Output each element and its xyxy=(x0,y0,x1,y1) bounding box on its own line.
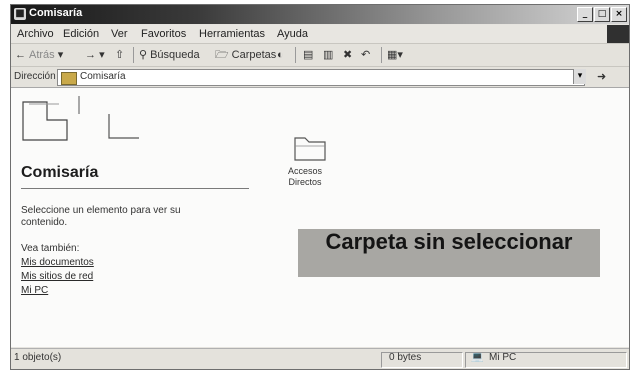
up-folder-icon: ⇧ xyxy=(115,49,125,61)
delete-icon: ✖ xyxy=(343,49,353,61)
explorer-window: ■ Comisaría _ □ × Archivo Edición Ver Fa… xyxy=(10,4,630,370)
copy-to-button[interactable]: ▥ xyxy=(323,47,333,63)
address-bar: Dirección Comisaría ▾ ➜ xyxy=(11,67,629,88)
history-button[interactable]: ◐ xyxy=(277,47,284,63)
folders-button[interactable]: 🗁 Carpetas xyxy=(215,47,276,63)
folder-content: Comisaría Seleccione un elemento para ve… xyxy=(11,88,629,347)
windows-logo xyxy=(607,25,629,43)
copy-to-icon: ▥ xyxy=(323,49,334,61)
toolbar-divider xyxy=(295,47,296,63)
folder-icon xyxy=(61,72,77,85)
toolbar: ← Atrás ▾ → ▾ ⇧ ⚲ Búsqueda 🗁 Carpetas ◐ ▤ ▥… xyxy=(11,44,629,67)
folders-icon: 🗁 xyxy=(215,49,229,62)
folder-label[interactable]: Accesos Directos xyxy=(275,166,335,188)
go-button[interactable]: ➜ xyxy=(597,70,606,83)
up-folder-button[interactable]: ⇧ xyxy=(115,47,124,63)
menu-bar: Archivo Edición Ver Favoritos Herramient… xyxy=(11,25,629,44)
toolbar-divider xyxy=(381,47,382,63)
maximize-button[interactable]: □ xyxy=(594,7,610,22)
undo-icon: ↶ xyxy=(361,49,371,61)
close-button[interactable]: × xyxy=(611,7,627,22)
window-title: Comisaría xyxy=(29,7,83,19)
menu-ver[interactable]: Ver xyxy=(111,28,128,40)
menu-edicion[interactable]: Edición xyxy=(63,28,99,40)
status-size: 0 bytes xyxy=(389,352,422,363)
panel-title: Comisaría xyxy=(21,164,99,181)
forward-dropdown-icon[interactable]: ▾ xyxy=(99,49,105,61)
menu-ayuda[interactable]: Ayuda xyxy=(277,28,308,40)
see-also-label: Vea también: xyxy=(21,243,80,254)
address-field[interactable]: Comisaría xyxy=(57,69,585,86)
folder-window-icon: ■ xyxy=(14,8,26,20)
back-dropdown-icon[interactable]: ▾ xyxy=(58,49,64,61)
large-folder-icon xyxy=(22,96,139,141)
delete-button[interactable]: ✖ xyxy=(343,47,352,63)
move-to-button[interactable]: ▤ xyxy=(303,47,313,63)
no-selection-banner: Carpeta sin seleccionar xyxy=(298,229,600,277)
panel-description: Seleccione un elemento para ver su conte… xyxy=(21,205,181,228)
link-mis-documentos[interactable]: Mis documentos xyxy=(21,257,94,268)
move-to-icon: ▤ xyxy=(303,49,314,61)
forward-button[interactable]: → ▾ xyxy=(85,47,105,63)
history-icon: ◐ xyxy=(277,49,284,61)
address-value: Comisaría xyxy=(80,71,126,82)
back-arrow-icon: ← xyxy=(15,49,26,62)
address-label: Dirección xyxy=(14,71,56,82)
computer-icon: 💻 xyxy=(471,352,484,363)
menu-archivo[interactable]: Archivo xyxy=(17,28,54,40)
link-mis-sitios-de-red[interactable]: Mis sitios de red xyxy=(21,271,93,282)
search-icon: ⚲ xyxy=(139,49,148,62)
toolbar-divider xyxy=(133,47,134,63)
status-object-count: 1 objeto(s) xyxy=(14,352,62,363)
minimize-button[interactable]: _ xyxy=(577,7,593,22)
views-dropdown-icon[interactable]: ▾ xyxy=(397,49,403,61)
search-button[interactable]: ⚲ Búsqueda xyxy=(139,47,200,63)
forward-arrow-icon: → xyxy=(85,49,96,61)
status-location: Mi PC xyxy=(489,352,517,363)
menu-herramientas[interactable]: Herramientas xyxy=(199,28,265,40)
banner-text: Carpeta sin seleccionar xyxy=(325,229,573,254)
link-mi-pc[interactable]: Mi PC xyxy=(21,285,48,296)
menu-favoritos[interactable]: Favoritos xyxy=(141,28,186,40)
views-icon: ▦ xyxy=(387,49,398,61)
status-bar: 1 objeto(s) 0 bytes 💻 Mi PC xyxy=(11,348,629,369)
undo-button[interactable]: ↶ xyxy=(361,47,370,63)
title-bar[interactable]: ■ Comisaría _ □ × xyxy=(11,5,629,24)
back-button[interactable]: ← Atrás ▾ xyxy=(15,47,63,63)
folder-icon[interactable] xyxy=(293,132,327,162)
views-button[interactable]: ▦▾ xyxy=(387,47,403,63)
address-dropdown-icon[interactable]: ▾ xyxy=(573,69,586,84)
panel-divider xyxy=(21,188,249,189)
